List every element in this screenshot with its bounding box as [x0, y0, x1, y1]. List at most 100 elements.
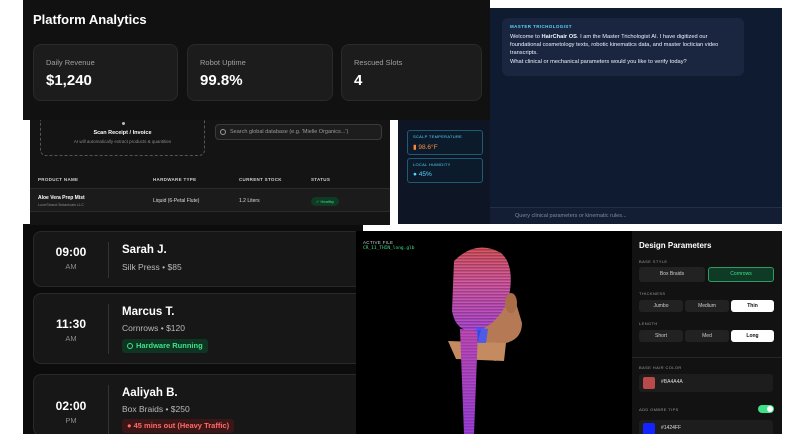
ombre-color-picker[interactable]: #1424FF	[639, 420, 773, 434]
appointment-time: 11:30	[55, 317, 87, 331]
sensor-scalp-temperature: SCALP TEMPERATURE ▮ 98.6°F	[407, 130, 483, 155]
service-price: Box Braids • $250	[122, 404, 190, 414]
stat-card-revenue: Daily Revenue $1,240	[33, 44, 178, 101]
option-short[interactable]: Short	[639, 330, 683, 342]
section-label: BASE HAIR COLOR	[639, 365, 682, 370]
stat-value: 4	[354, 72, 363, 89]
msg-question: What clinical or mechanical parameters w…	[510, 58, 687, 65]
color-hex: #BA4A4A	[661, 379, 683, 385]
client-name: Aaliyah B.	[122, 387, 178, 399]
option-long[interactable]: Long	[731, 330, 774, 342]
client-name: Sarah J.	[122, 244, 167, 256]
panel-title: Design Parameters	[639, 241, 712, 250]
upload-icon	[122, 122, 125, 125]
sensor-value: ▮ 98.6°F	[413, 143, 438, 151]
stat-value: $1,240	[46, 72, 92, 89]
msg-part: Welcome to	[510, 34, 542, 40]
search-placeholder: Search global database (e.g. 'Mielle Org…	[230, 129, 349, 135]
stat-value: 99.8%	[200, 72, 243, 89]
section-label: BASE STYLE	[639, 259, 668, 264]
stat-label: Rescued Slots	[354, 58, 403, 67]
table-row[interactable]: Aloe Vera Prep Mist LuxeStrand Botanical…	[30, 188, 390, 212]
sensor-label: SCALP TEMPERATURE	[413, 134, 463, 139]
section-label: ADD OMBRE TIPS	[639, 407, 679, 412]
color-hex: #1424FF	[661, 425, 682, 431]
current-stock: 1.2 Liters	[239, 198, 260, 204]
ombre-toggle[interactable]	[758, 405, 774, 413]
app-stage: Platform Analytics Daily Revenue $1,240 …	[0, 0, 788, 434]
column-header: STATUS	[311, 177, 331, 182]
sensor-reading: 45%	[418, 171, 432, 178]
thermometer-icon: ▮	[413, 144, 417, 151]
hardware-type: Liquid (6-Petal Flute)	[153, 198, 200, 204]
option-jumbo[interactable]: Jumbo	[639, 300, 683, 312]
section-label: LENGTH	[639, 321, 658, 326]
appointment-time: 02:00	[55, 399, 87, 413]
scan-receipt-dropzone[interactable]: Scan Receipt / Invoice AI will automatic…	[40, 120, 205, 156]
page-title: Platform Analytics	[33, 12, 147, 27]
analytics-panel: Platform Analytics Daily Revenue $1,240 …	[23, 0, 490, 120]
inventory-panel: Scan Receipt / Invoice AI will automatic…	[30, 120, 390, 225]
column-header: HARDWARE TYPE	[153, 177, 197, 182]
model-viewer[interactable]: ACTIVE FILE CR_11_THIN_long.glb	[356, 231, 632, 434]
option-box-braids[interactable]: Box Braids	[639, 267, 705, 282]
status-badge: ✓ Healthy	[311, 197, 340, 206]
status-text: Hardware Running	[136, 341, 203, 350]
chat-column: MASTER TRICHOLOGIST Welcome to HairChair…	[490, 8, 782, 224]
section-label: THICKNESS	[639, 291, 666, 296]
stat-card-rescued: Rescued Slots 4	[341, 44, 482, 101]
appointment-ampm: AM	[65, 262, 77, 271]
service-price: Cornrows • $120	[122, 323, 185, 333]
product-name: Aloe Vera Prep Mist	[38, 195, 85, 201]
appointment-card[interactable]: 02:00 PM Aaliyah B. Box Braids • $250 ● …	[33, 374, 363, 434]
column-header: CURRENT STOCK	[239, 177, 282, 182]
sensor-local-humidity: LOCAL HUMIDITY ● 45%	[407, 158, 483, 183]
scan-subtitle: AI will automatically extract products &…	[73, 139, 172, 144]
message-body: Welcome to HairChair OS. I am the Master…	[510, 33, 736, 66]
color-swatch	[643, 423, 655, 434]
global-search-input[interactable]: Search global database (e.g. 'Mielle Org…	[215, 124, 382, 140]
option-thin[interactable]: Thin	[731, 300, 774, 312]
status-text: 45 mins out (Heavy Traffic)	[133, 421, 230, 430]
sensor-reading: 98.6°F	[418, 144, 438, 151]
divider	[632, 357, 782, 358]
appointments-panel: 09:00 AM Sarah J. Silk Press • $85 11:30…	[23, 224, 363, 434]
column-header: PRODUCT NAME	[38, 177, 79, 182]
toggle-knob	[767, 406, 773, 412]
option-medium[interactable]: Medium	[685, 300, 729, 312]
base-color-picker[interactable]: #BA4A4A	[639, 374, 773, 392]
scan-title: Scan Receipt / Invoice	[93, 130, 152, 136]
appointment-time: 09:00	[55, 245, 87, 259]
option-med[interactable]: Med	[685, 330, 729, 342]
color-swatch	[643, 377, 655, 389]
assistant-message: MASTER TRICHOLOGIST Welcome to HairChair…	[502, 18, 744, 76]
sensor-value: ● 45%	[413, 171, 432, 178]
status-chip: Hardware Running	[122, 339, 208, 353]
stat-label: Daily Revenue	[46, 58, 95, 67]
droplet-icon: ●	[413, 171, 417, 178]
chat-input[interactable]: Query clinical parameters or kinematic r…	[490, 207, 782, 224]
option-cornrows[interactable]: Cornrows	[708, 267, 774, 282]
appointment-ampm: PM	[65, 416, 77, 425]
active-file-label: ACTIVE FILE	[363, 240, 394, 245]
message-sender: MASTER TRICHOLOGIST	[510, 24, 572, 29]
stat-label: Robot Uptime	[200, 58, 246, 67]
client-name: Marcus T.	[122, 306, 175, 318]
divider	[108, 385, 109, 434]
status-chip: ● 45 mins out (Heavy Traffic)	[122, 419, 235, 433]
hair-model-render	[448, 247, 522, 434]
design-parameters-panel: Design Parameters BASE STYLE Box Braids …	[632, 231, 782, 434]
active-file-name: CR_11_THIN_long.glb	[363, 246, 415, 251]
appointment-card[interactable]: 09:00 AM Sarah J. Silk Press • $85	[33, 231, 363, 287]
service-price: Silk Press • $85	[122, 262, 182, 272]
divider	[108, 304, 109, 354]
map-pin-icon: ●	[127, 421, 132, 430]
product-brand: LuxeStrand Botanicals LLC	[38, 203, 85, 207]
check-circle-icon	[127, 342, 133, 349]
status-text: Healthy	[320, 199, 335, 204]
stat-card-uptime: Robot Uptime 99.8%	[187, 44, 333, 101]
appointment-card[interactable]: 11:30 AM Marcus T. Cornrows • $120 Hardw…	[33, 293, 363, 364]
sensor-label: LOCAL HUMIDITY	[413, 162, 451, 167]
msg-brand: HairChair OS	[541, 34, 577, 40]
appointment-ampm: AM	[65, 334, 77, 343]
